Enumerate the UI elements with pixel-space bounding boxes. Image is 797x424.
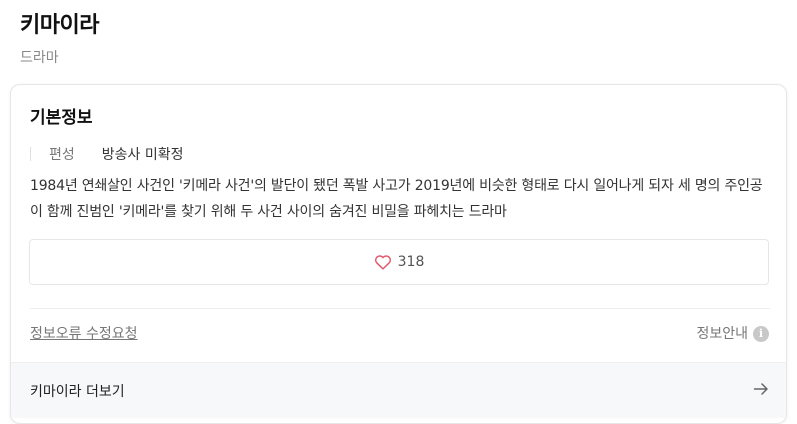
broadcast-info-row: 편성 방송사 미확정 xyxy=(30,143,184,165)
more-link[interactable]: 키마이라 더보기 xyxy=(11,362,786,418)
info-icon: i xyxy=(753,326,769,342)
page-header: 키마이라 드라마 xyxy=(20,10,99,68)
page-title: 키마이라 xyxy=(20,13,99,38)
info-guide-label: 정보안내 xyxy=(696,326,748,342)
broadcast-value: 방송사 미확정 xyxy=(101,147,184,163)
page-subtitle: 드라마 xyxy=(20,50,59,66)
more-label: 키마이라 더보기 xyxy=(30,383,125,400)
section-divider xyxy=(30,308,770,309)
like-count: 318 xyxy=(397,254,425,270)
section-title: 기본정보 xyxy=(30,108,93,128)
info-guide-button[interactable]: 정보안내 i xyxy=(696,323,769,345)
report-error-link[interactable]: 정보오류 수정요청 xyxy=(30,323,138,345)
info-card: 기본정보 편성 방송사 미확정 1984년 연쇄살인 사건인 '키메라 사건'의… xyxy=(10,84,787,424)
heart-icon xyxy=(374,254,392,270)
description-text: 1984년 연쇄살인 사건인 '키메라 사건'의 발단이 됐던 폭발 사고가 2… xyxy=(30,178,763,220)
like-button[interactable]: 318 xyxy=(29,239,769,285)
arrow-right-icon xyxy=(753,381,769,401)
info-divider xyxy=(30,147,31,161)
broadcast-label: 편성 xyxy=(49,147,75,163)
